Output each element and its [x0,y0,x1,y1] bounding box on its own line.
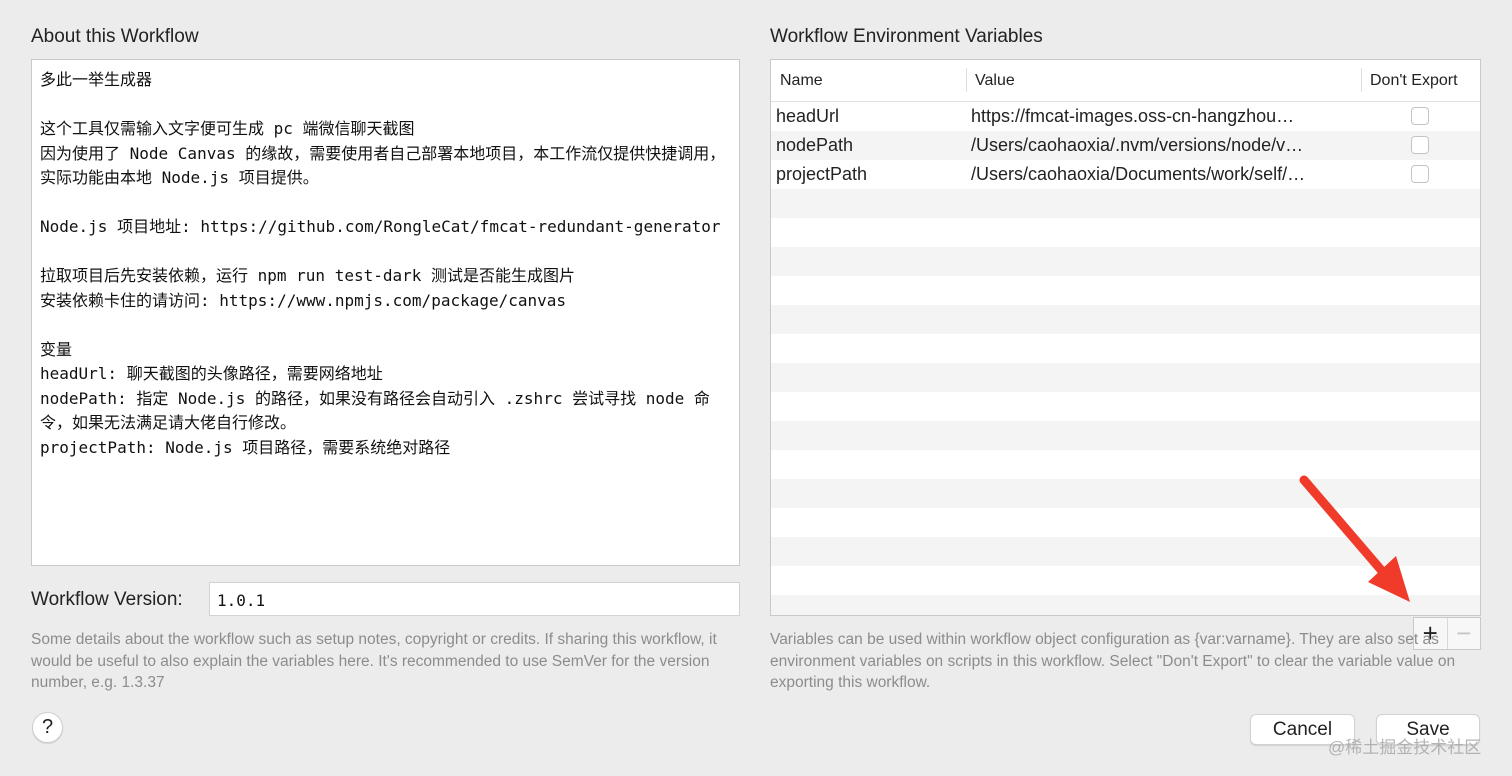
empty-row [771,218,1480,247]
column-divider[interactable] [1361,68,1362,92]
env-variables-table: Name Value Don't Export headUrl https://… [770,59,1481,616]
env-help-text: Variables can be used within workflow ob… [770,631,1456,691]
variable-value[interactable]: https://fmcat-images.oss-cn-hangzhou… [971,106,1356,127]
column-header-dont-export[interactable]: Don't Export [1370,72,1458,90]
empty-row [771,595,1480,615]
dont-export-checkbox[interactable] [1411,107,1429,125]
empty-row [771,537,1480,566]
empty-row [771,566,1480,595]
table-body: headUrl https://fmcat-images.oss-cn-hang… [771,102,1480,615]
empty-row [771,508,1480,537]
variable-name[interactable]: projectPath [776,164,867,185]
variable-value[interactable]: /Users/caohaoxia/Documents/work/self/… [971,164,1356,185]
empty-row [771,334,1480,363]
table-header: Name Value Don't Export [771,60,1480,102]
empty-row [771,450,1480,479]
column-header-value[interactable]: Value [975,72,1015,90]
workflow-version-label: Workflow Version: [31,589,183,610]
empty-row [771,421,1480,450]
empty-row [771,189,1480,218]
dont-export-checkbox[interactable] [1411,165,1429,183]
dont-export-checkbox[interactable] [1411,136,1429,154]
column-divider[interactable] [966,68,967,92]
empty-row [771,247,1480,276]
variable-value[interactable]: /Users/caohaoxia/.nvm/versions/node/v… [971,135,1356,156]
about-workflow-textarea[interactable]: 多此一举生成器 这个工具仅需输入文字便可生成 pc 端微信聊天截图 因为使用了 … [31,59,740,566]
about-workflow-title: About this Workflow [31,26,199,47]
variable-name[interactable]: nodePath [776,135,853,156]
empty-row [771,363,1480,392]
about-help-text: Some details about the workflow such as … [31,631,717,691]
empty-row [771,276,1480,305]
help-button[interactable]: ? [32,712,63,743]
empty-row [771,392,1480,421]
variable-name[interactable]: headUrl [776,106,839,127]
column-header-name[interactable]: Name [780,72,823,90]
workflow-version-input[interactable]: 1.0.1 [209,582,740,616]
env-variables-title: Workflow Environment Variables [770,26,1043,47]
table-row[interactable]: headUrl https://fmcat-images.oss-cn-hang… [771,102,1480,131]
watermark: @稀土掘金技术社区 [1328,738,1482,757]
table-row[interactable]: nodePath /Users/caohaoxia/.nvm/versions/… [771,131,1480,160]
table-row[interactable]: projectPath /Users/caohaoxia/Documents/w… [771,160,1480,189]
empty-row [771,479,1480,508]
empty-row [771,305,1480,334]
